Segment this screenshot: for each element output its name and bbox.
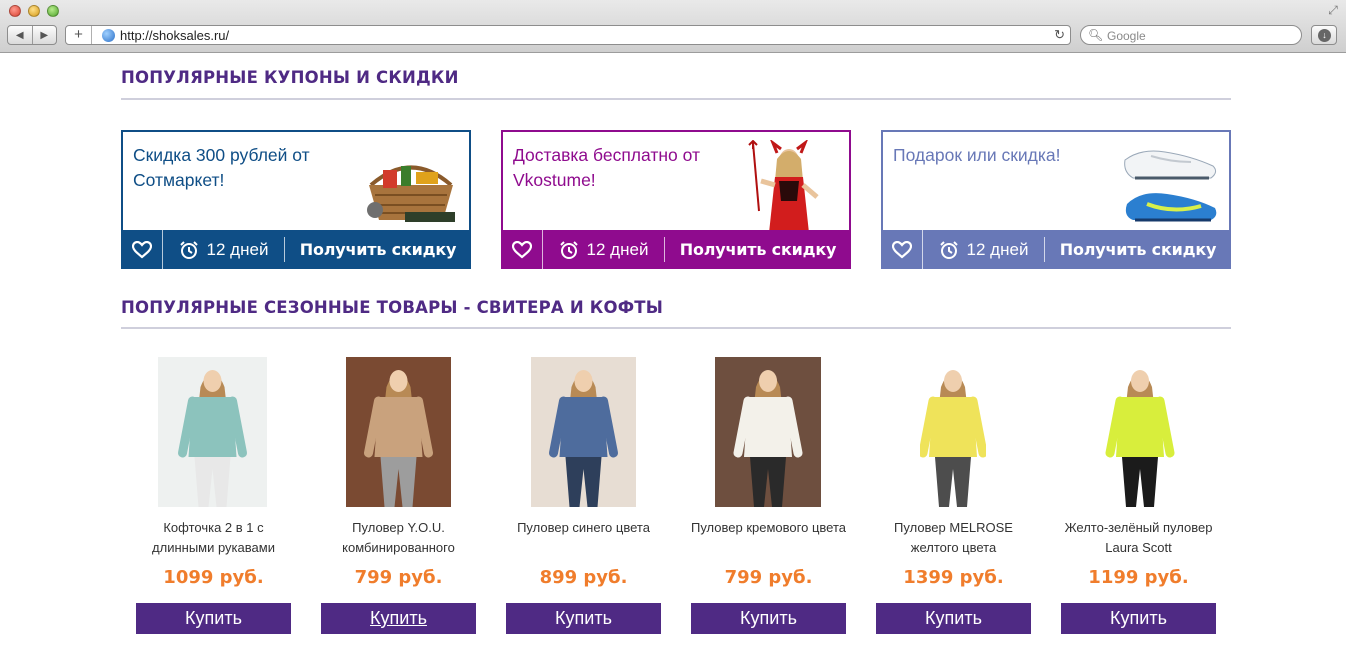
address-bar[interactable]: + http://shoksales.ru/ ↻: [65, 25, 1071, 45]
fullscreen-icon[interactable]: ⤢: [1326, 3, 1340, 17]
products-section-title: ПОПУЛЯРНЫЕ СЕЗОННЫЕ ТОВАРЫ - СВИТЕРА И К…: [121, 298, 664, 317]
product-name[interactable]: Пуловер синего цвета: [506, 518, 661, 538]
downloads-button[interactable]: ↓: [1311, 25, 1337, 45]
product-price: 1399 руб.: [903, 567, 1004, 588]
product-price: 1199 руб.: [1088, 567, 1189, 588]
product-name[interactable]: Пуловер Y.O.U. комбинированного: [321, 518, 476, 558]
globe-icon: [102, 29, 115, 42]
search-placeholder: Google: [1107, 29, 1146, 43]
buy-button[interactable]: Купить: [321, 603, 476, 634]
product-price: 1099 руб.: [163, 567, 264, 588]
favorite-heart-icon[interactable]: [881, 230, 923, 269]
days-left: 12 дней: [163, 237, 285, 262]
section-divider: [121, 98, 1231, 100]
section-divider: [121, 327, 1231, 329]
favorite-heart-icon[interactable]: [121, 230, 163, 269]
product-price: 799 руб.: [354, 567, 443, 588]
buy-button[interactable]: Купить: [136, 603, 291, 634]
coupon-card[interactable]: Доставка бесплатно от Vkostume! 12 дней …: [501, 130, 851, 269]
devil-costume-woman-image: [748, 140, 819, 232]
days-left-text: 12 дней: [966, 239, 1029, 259]
favorite-heart-icon[interactable]: [501, 230, 543, 269]
product-name[interactable]: Пуловер MELROSE желтого цвета: [876, 518, 1031, 558]
reload-icon[interactable]: ↻: [1054, 27, 1065, 43]
url-text[interactable]: http://shoksales.ru/: [120, 28, 229, 43]
days-left: 12 дней: [923, 237, 1045, 262]
days-left-text: 12 дней: [586, 239, 649, 259]
get-discount-button[interactable]: Получить скидку: [665, 240, 851, 259]
coupon-action-bar: 12 дней Получить скидку: [881, 230, 1231, 269]
search-input[interactable]: 🔍︎ Google: [1080, 25, 1302, 45]
buy-button[interactable]: Купить: [691, 603, 846, 634]
alarm-clock-icon: [939, 240, 958, 259]
product-price: 799 руб.: [724, 567, 813, 588]
alarm-clock-icon: [559, 240, 578, 259]
coupon-card[interactable]: Подарок или скидка! 12 дней Получить ски…: [881, 130, 1231, 269]
product-photo[interactable]: [1105, 357, 1175, 507]
zoom-window-button[interactable]: [47, 5, 59, 17]
forward-button[interactable]: ▶: [31, 26, 57, 44]
close-window-button[interactable]: [9, 5, 21, 17]
coupon-text[interactable]: Подарок или скидка!: [893, 143, 1103, 168]
product-photo[interactable]: [920, 357, 986, 507]
coupon-card[interactable]: Скидка 300 рублей от Сотмаркет! 12 дней …: [121, 130, 471, 269]
product-photo[interactable]: [346, 357, 451, 507]
product-photo[interactable]: [158, 357, 267, 507]
product-price: 899 руб.: [539, 567, 628, 588]
coupons-section-title: ПОПУЛЯРНЫЕ КУПОНЫ И СКИДКИ: [121, 68, 459, 87]
days-left-text: 12 дней: [206, 239, 269, 259]
product-name[interactable]: Пуловер кремового цвета: [691, 518, 846, 538]
product-photo[interactable]: [715, 357, 821, 507]
blue-football-boots-image: [1124, 150, 1217, 222]
history-nav: ◀ ▶: [7, 25, 57, 45]
search-icon: 🔍︎: [1088, 28, 1104, 42]
coupon-text[interactable]: Доставка бесплатно от Vkostume!: [513, 143, 723, 193]
download-icon: ↓: [1318, 29, 1331, 42]
buy-button[interactable]: Купить: [506, 603, 661, 634]
alarm-clock-icon: [179, 240, 198, 259]
get-discount-button[interactable]: Получить скидку: [285, 240, 471, 259]
buy-button[interactable]: Купить: [1061, 603, 1216, 634]
minimize-window-button[interactable]: [28, 5, 40, 17]
coupon-text[interactable]: Скидка 300 рублей от Сотмаркет!: [133, 143, 343, 193]
back-button[interactable]: ◀: [8, 26, 32, 44]
coupon-action-bar: 12 дней Получить скидку: [501, 230, 851, 269]
coupon-action-bar: 12 дней Получить скидку: [121, 230, 471, 269]
product-name[interactable]: Кофточка 2 в 1 с длинными рукавами: [136, 518, 291, 558]
product-photo[interactable]: [531, 357, 636, 507]
buy-button[interactable]: Купить: [876, 603, 1031, 634]
add-bookmark-icon[interactable]: +: [66, 26, 92, 44]
basket-with-tools-image: [367, 165, 455, 222]
get-discount-button[interactable]: Получить скидку: [1045, 240, 1231, 259]
product-name[interactable]: Желто-зелёный пуловер Laura Scott: [1061, 518, 1216, 558]
browser-toolbar: ⤢ ◀ ▶ + http://shoksales.ru/ ↻ 🔍︎ Google…: [0, 0, 1346, 53]
days-left: 12 дней: [543, 237, 665, 262]
